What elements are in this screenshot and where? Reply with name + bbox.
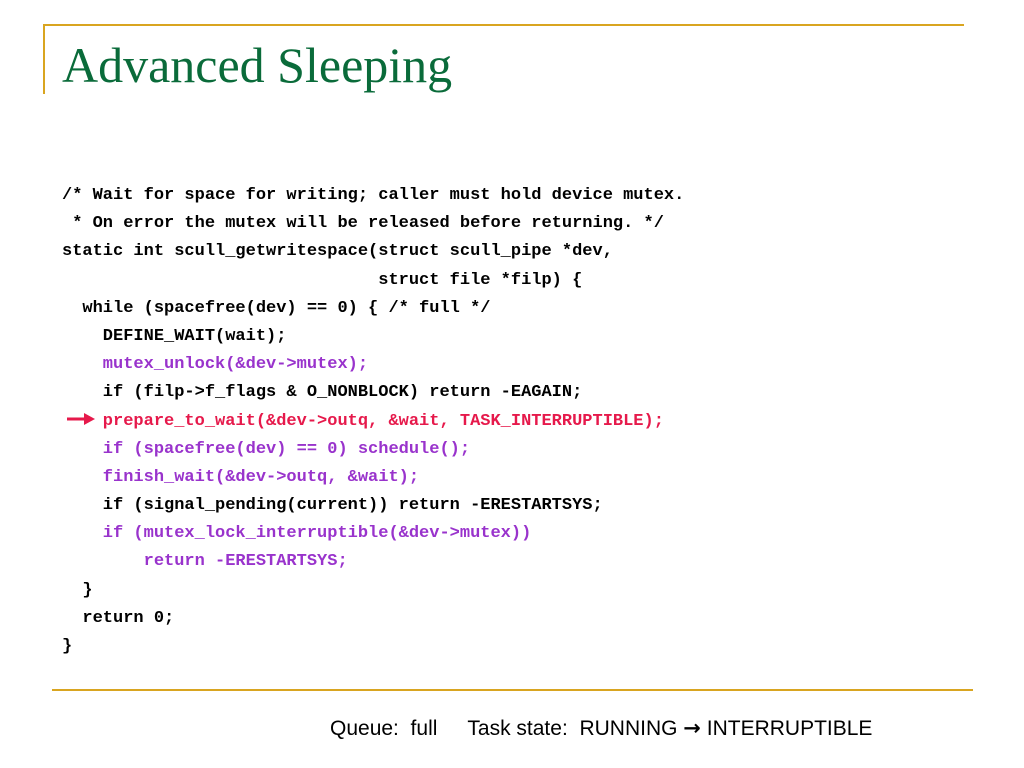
code-line: if (signal_pending(current)) return -ERE… bbox=[62, 496, 603, 516]
code-line: * On error the mutex will be released be… bbox=[62, 214, 664, 234]
transition-arrow-icon: → bbox=[683, 716, 701, 740]
slide-title: Advanced Sleeping bbox=[62, 37, 453, 93]
code-line: DEFINE_WAIT(wait); bbox=[62, 326, 287, 346]
code-line: if (filp->f_flags & O_NONBLOCK) return -… bbox=[62, 383, 583, 403]
code-line: return 0; bbox=[62, 608, 175, 628]
code-line: /* Wait for space for writing; caller mu… bbox=[62, 186, 685, 205]
footer-rule bbox=[52, 689, 973, 691]
code-line-highlight: finish_wait(&dev->outq, &wait); bbox=[62, 467, 420, 487]
code-line-highlight: return -ERESTARTSYS; bbox=[62, 552, 348, 572]
code-line: static int scull_getwritespace(struct sc… bbox=[62, 242, 613, 262]
code-line-highlight: if (mutex_lock_interruptible(&dev->mutex… bbox=[62, 524, 532, 544]
code-block: /* Wait for space for writing; caller mu… bbox=[62, 182, 684, 661]
code-line: struct file *filp) { bbox=[62, 270, 583, 290]
code-line: } bbox=[62, 580, 93, 600]
right-arrow-icon bbox=[67, 413, 95, 425]
task-state-label: Task state: RUNNING bbox=[467, 717, 684, 740]
status-footer: Queue: full Task state: RUNNING → INTERRU… bbox=[330, 716, 872, 741]
frame-top-rule bbox=[43, 24, 964, 26]
code-line-highlight: if (spacefree(dev) == 0) schedule(); bbox=[62, 439, 471, 459]
queue-status: Queue: full bbox=[330, 717, 438, 740]
code-line: } bbox=[62, 637, 73, 656]
code-line: while (spacefree(dev) == 0) { /* full */ bbox=[62, 298, 491, 318]
frame-left-rule bbox=[43, 24, 45, 94]
code-line-highlight: mutex_unlock(&dev->mutex); bbox=[62, 355, 369, 375]
code-line-current: prepare_to_wait(&dev->outq, &wait, TASK_… bbox=[62, 411, 664, 431]
task-state-value: INTERRUPTIBLE bbox=[700, 717, 873, 740]
